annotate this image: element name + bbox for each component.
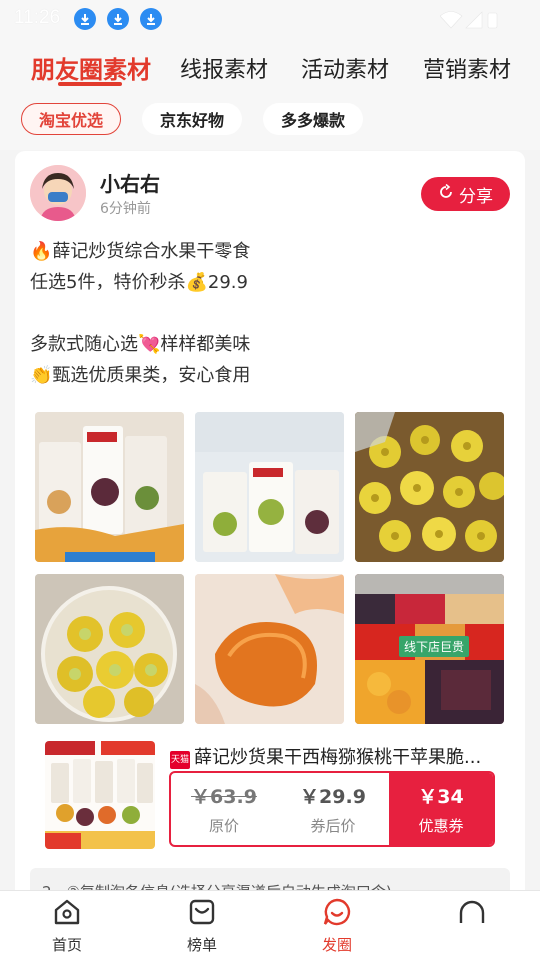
post-time: 6分钟前: [100, 201, 151, 217]
coupon-label: 优惠券: [418, 817, 464, 835]
wifi-icon: [439, 11, 463, 29]
status-icons: [439, 10, 500, 34]
post-card: 小右右 6分钟前 分享 🔥薛记炒货综合水果干零食 任选5件，特价秒杀💰29.9 …: [15, 151, 525, 911]
platform-tabs: 淘宝优选 京东好物 多多爆款: [0, 94, 540, 150]
profile-icon: [457, 897, 487, 931]
product-image[interactable]: [45, 741, 155, 849]
tab-taobao[interactable]: 淘宝优选: [21, 103, 121, 135]
product-title: 薛记炒货果干西梅猕猴桃干苹果脆...: [194, 747, 482, 768]
home-icon: [52, 897, 82, 931]
nav-moments[interactable]: 发圈: [297, 897, 377, 955]
price-panel: ￥63.9 原价 ￥29.9 券后价 ￥34 优惠券: [169, 771, 495, 847]
coupon-price-cell: ￥29.9 券后价: [277, 773, 389, 845]
nav-home[interactable]: 首页: [27, 897, 107, 955]
dried-fruit-packages-image[interactable]: [35, 412, 184, 562]
kiwi-slices-jar-image[interactable]: [35, 574, 184, 724]
tmall-icon: 天猫: [170, 751, 190, 769]
tab-jd[interactable]: 京东好物: [142, 103, 242, 135]
post-text-line: 🔥薛记炒货综合水果干零食: [30, 241, 251, 262]
coupon-price: ￥29.9: [300, 786, 366, 808]
share-button[interactable]: 分享: [421, 177, 510, 211]
status-bar: 11:26: [0, 0, 540, 38]
store-display-image[interactable]: 线下店巨贵: [355, 574, 504, 724]
post-text-line: 👏甄选优质果类，安心食用: [30, 365, 251, 386]
share-label: 分享: [459, 186, 493, 207]
tab-pinduoduo[interactable]: 多多爆款: [263, 103, 363, 135]
nav-profile[interactable]: [432, 897, 512, 934]
post-text-line: 任选5件，特价秒杀💰29.9: [30, 272, 248, 293]
avatar[interactable]: [30, 165, 86, 221]
post-text-line: 多款式随心选💘样样都美味: [30, 334, 251, 355]
ranking-icon: [187, 897, 217, 931]
bottom-nav: 首页 榜单 发圈: [0, 890, 540, 960]
coupon-value: ￥34: [418, 786, 464, 808]
coupon-button[interactable]: ￥34 优惠券: [389, 773, 493, 845]
original-price-cell: ￥63.9 原价: [171, 773, 277, 845]
original-price-label: 原价: [208, 817, 239, 835]
tab-moments-material[interactable]: 朋友圈素材: [31, 50, 151, 85]
original-price: ￥63.9: [191, 786, 257, 808]
active-tab-indicator: [58, 82, 122, 86]
dried-apricot-image[interactable]: [195, 574, 344, 724]
nav-ranking[interactable]: 榜单: [162, 897, 242, 955]
tab-event-material[interactable]: 活动素材: [301, 52, 389, 84]
download-icon: [140, 8, 162, 30]
post-text[interactable]: 🔥薛记炒货综合水果干零食 任选5件，特价秒杀💰29.9 多款式随心选💘样样都美味…: [30, 236, 510, 391]
kiwi-packages-image[interactable]: [195, 412, 344, 562]
download-icon: [107, 8, 129, 30]
nav-ranking-label: 榜单: [186, 936, 217, 954]
tab-marketing-material[interactable]: 营销素材: [423, 52, 511, 84]
download-icon: [74, 8, 96, 30]
nav-home-label: 首页: [51, 936, 82, 954]
product-title-row[interactable]: 天猫 薛记炒货果干西梅猕猴桃干苹果脆...: [170, 743, 515, 769]
battery-icon: [487, 12, 498, 29]
tab-deal-material[interactable]: 线报素材: [180, 52, 268, 84]
image-overlay-label: 线下店巨贵: [399, 636, 470, 657]
user-name: 小右右: [100, 172, 160, 196]
nav-moments-label: 发圈: [321, 936, 352, 954]
top-category-tabs: 朋友圈素材 线报素材 活动素材 营销素材: [0, 38, 540, 94]
post-text-line: [30, 298, 510, 329]
moments-icon: [322, 897, 352, 931]
share-icon: [438, 183, 454, 205]
dried-pineapple-image[interactable]: [355, 412, 504, 562]
signal-icon: [465, 11, 483, 29]
coupon-price-label: 券后价: [310, 817, 356, 835]
status-time: 11:26: [14, 7, 61, 28]
